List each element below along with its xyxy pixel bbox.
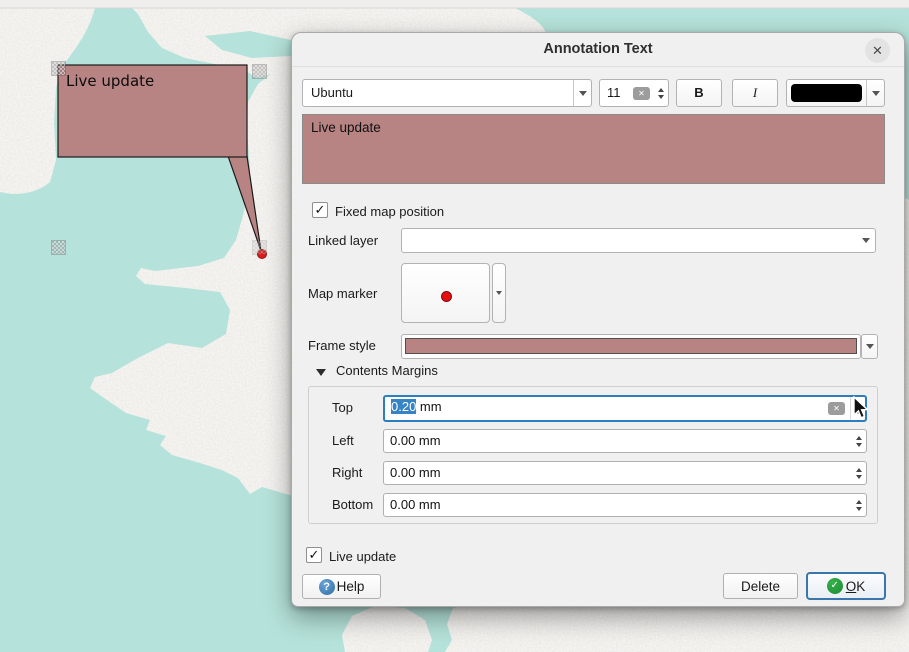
ok-check-icon: ✓ <box>827 578 843 594</box>
dialog-title: Annotation Text <box>292 41 904 57</box>
spin-up-icon <box>856 500 862 504</box>
spin-down-icon <box>856 475 862 479</box>
close-button[interactable]: ✕ <box>865 38 890 63</box>
margin-top-spinbox[interactable]: 0.20 mm ✕ <box>383 395 867 422</box>
italic-button[interactable]: I <box>732 79 778 107</box>
delete-button-label: Delete <box>741 579 780 594</box>
map-marker-button[interactable] <box>401 263 490 323</box>
frame-style-dropdown-button[interactable] <box>861 334 878 359</box>
font-color-dropdown[interactable] <box>866 80 884 106</box>
margin-bottom-value: 0.00 mm <box>390 497 441 512</box>
linked-layer-dropdown[interactable] <box>857 229 875 252</box>
clear-icon[interactable]: ✕ <box>828 402 845 415</box>
ok-button[interactable]: ✓ OK <box>806 572 886 600</box>
chevron-down-icon <box>496 291 502 295</box>
linked-layer-label: Linked layer <box>308 233 378 248</box>
selection-handle-top-left[interactable] <box>52 62 65 75</box>
annotation-text-area[interactable]: Live update <box>302 114 885 184</box>
font-family-dropdown[interactable] <box>573 80 591 106</box>
spin-down-icon <box>658 95 664 99</box>
close-icon: ✕ <box>872 43 883 59</box>
margin-bottom-label: Bottom <box>332 497 373 512</box>
spin-down-icon <box>856 507 862 511</box>
map-marker-label: Map marker <box>308 286 377 301</box>
contents-margins-groupbox: Top 0.20 mm ✕ Left 0.00 mm Right <box>308 386 878 524</box>
font-color-swatch <box>791 84 862 102</box>
font-size-value: 11 <box>607 85 621 100</box>
spin-up-icon <box>856 468 862 472</box>
live-update-checkbox[interactable]: ✓ <box>306 547 322 563</box>
help-button-label: Help <box>337 579 365 594</box>
check-icon: ✓ <box>309 547 320 562</box>
dialog-titlebar[interactable]: Annotation Text ✕ <box>292 33 904 67</box>
selection-handle-bottom-right[interactable] <box>253 241 266 254</box>
delete-button[interactable]: Delete <box>723 573 798 599</box>
help-button[interactable]: ? Help <box>302 574 381 599</box>
margin-left-spin-buttons[interactable] <box>851 430 866 452</box>
clear-icon[interactable]: ✕ <box>633 87 650 100</box>
map-marker-symbol-icon <box>441 291 452 302</box>
font-family-combobox[interactable]: Ubuntu <box>302 79 592 107</box>
selection-handle-top-right[interactable] <box>253 65 266 78</box>
margin-right-spin-buttons[interactable] <box>851 462 866 484</box>
spin-up-icon <box>658 88 664 92</box>
font-size-spinbox[interactable]: 11 ✕ <box>599 79 669 107</box>
margin-bottom-spin-buttons[interactable] <box>851 494 866 516</box>
margin-right-label: Right <box>332 465 362 480</box>
map-marker-dropdown-button[interactable] <box>492 263 506 323</box>
contents-margins-section-label: Contents Margins <box>336 363 438 378</box>
frame-style-preview <box>405 338 857 354</box>
font-family-value: Ubuntu <box>311 85 353 100</box>
margin-right-spinbox[interactable]: 0.00 mm <box>383 461 867 485</box>
spin-up-icon <box>856 436 862 440</box>
screen: Live update Annotation Text ✕ Ubuntu 11 <box>0 0 909 652</box>
live-update-label: Live update <box>329 549 396 564</box>
margin-left-spinbox[interactable]: 0.00 mm <box>383 429 867 453</box>
linked-layer-combobox[interactable] <box>401 228 876 253</box>
fixed-map-position-label: Fixed map position <box>335 204 444 219</box>
font-size-spin-buttons[interactable] <box>653 80 668 106</box>
margin-right-value: 0.00 mm <box>390 465 441 480</box>
chevron-down-icon <box>862 238 870 243</box>
frame-style-label: Frame style <box>308 338 376 353</box>
selection-handle-bottom-left[interactable] <box>52 241 65 254</box>
help-icon: ? <box>319 579 335 595</box>
bold-button[interactable]: B <box>676 79 722 107</box>
margin-top-value-selected: 0.20 <box>391 399 416 414</box>
margin-top-label: Top <box>332 400 353 415</box>
font-color-button[interactable] <box>786 79 885 107</box>
check-icon: ✓ <box>315 202 326 217</box>
ok-button-label: OK <box>846 579 866 594</box>
spin-down-icon <box>856 443 862 447</box>
chevron-down-icon <box>866 344 874 349</box>
margin-left-label: Left <box>332 433 354 448</box>
collapse-triangle-icon[interactable] <box>316 369 326 376</box>
margin-top-suffix: mm <box>416 399 441 414</box>
margin-left-value: 0.00 mm <box>390 433 441 448</box>
chevron-down-icon <box>579 91 587 96</box>
chevron-down-icon <box>872 91 880 96</box>
annotation-text-dialog: Annotation Text ✕ Ubuntu 11 ✕ B <box>291 32 905 607</box>
balloon-label: Live update <box>66 72 154 90</box>
window-top-strip <box>0 0 909 8</box>
annotation-text-value: Live update <box>311 120 381 135</box>
mouse-cursor-icon <box>851 396 871 425</box>
fixed-map-position-checkbox[interactable]: ✓ <box>312 202 328 218</box>
margin-bottom-spinbox[interactable]: 0.00 mm <box>383 493 867 517</box>
frame-style-button[interactable] <box>401 334 861 359</box>
